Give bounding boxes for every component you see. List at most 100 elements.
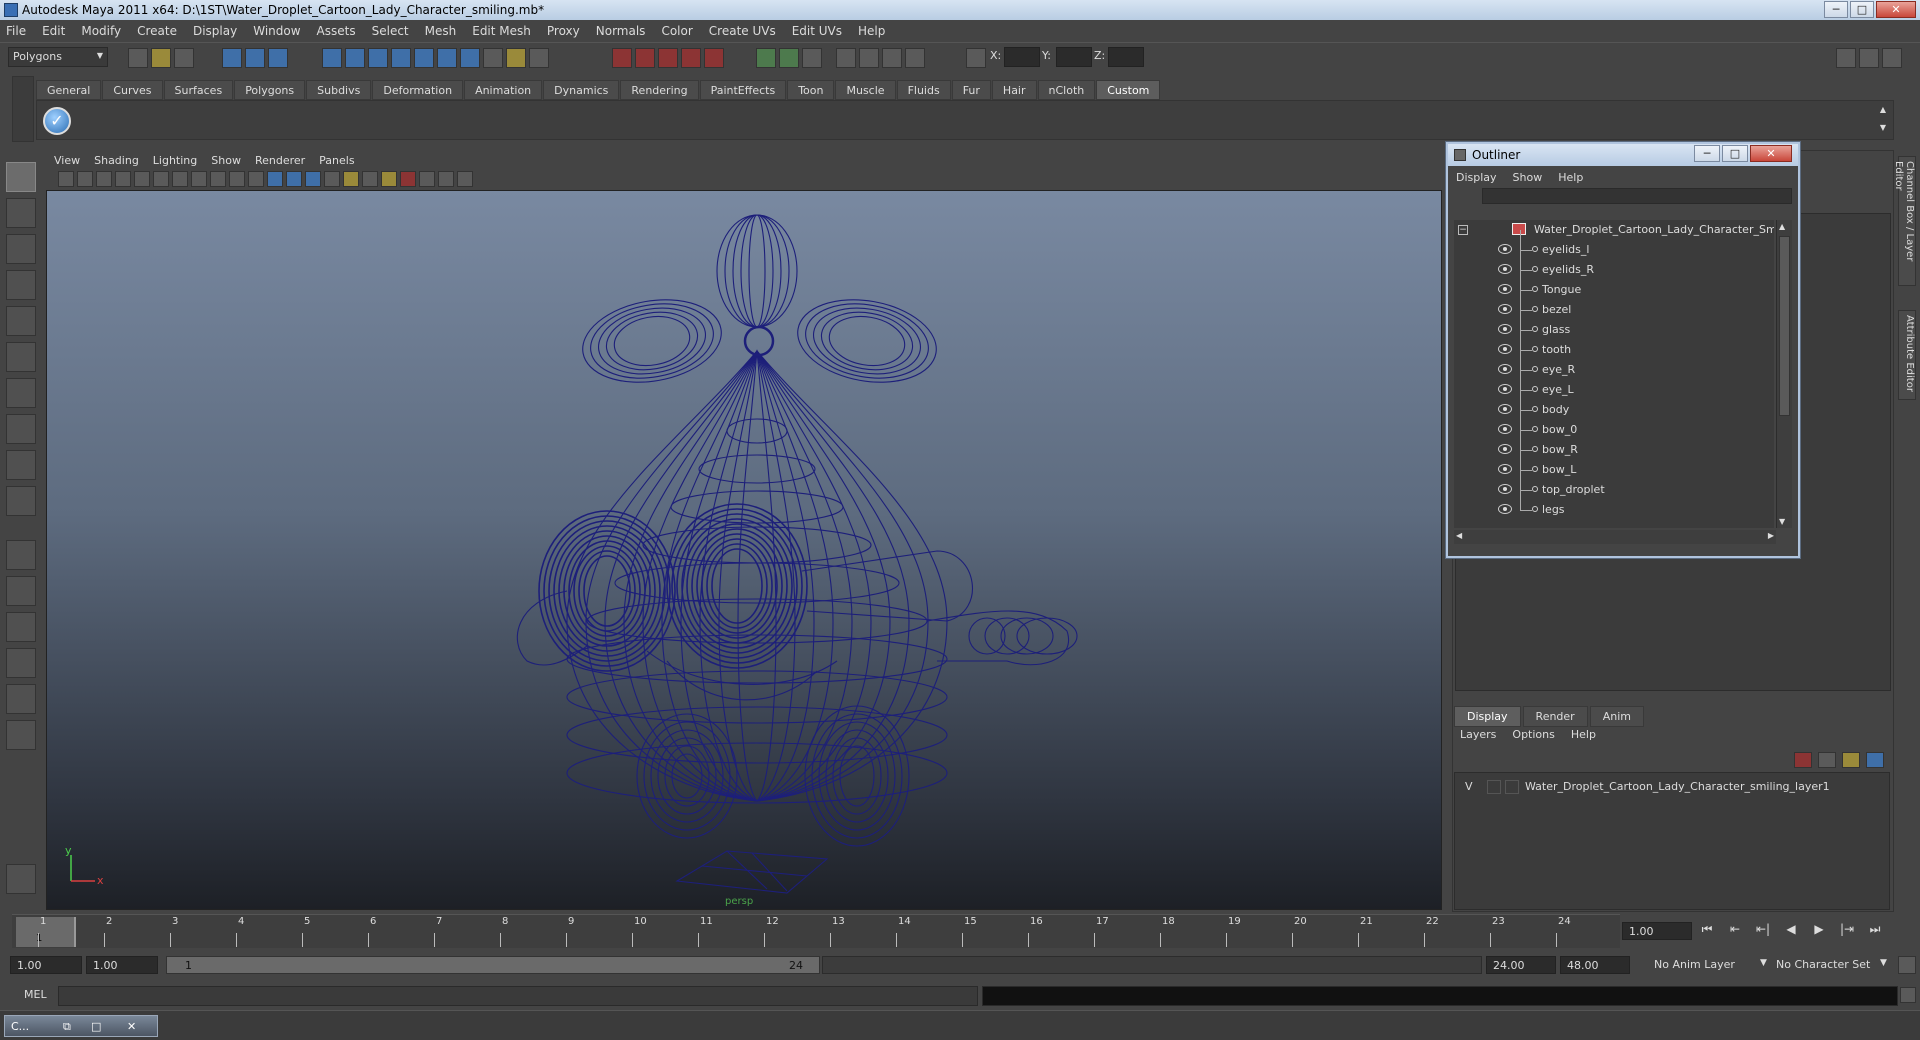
shadows-icon[interactable] <box>362 171 378 187</box>
resolution-gate-icon[interactable] <box>172 171 188 187</box>
list-item[interactable]: eye_R <box>1454 350 1774 380</box>
shelf-tab-curves[interactable]: Curves <box>102 80 163 100</box>
output-icon[interactable] <box>529 48 549 68</box>
scroll-left-icon[interactable]: ◀ <box>1456 531 1462 540</box>
viewport-menu-lighting[interactable]: Lighting <box>153 154 197 167</box>
menu-create-uvs[interactable]: Create UVs <box>709 24 776 38</box>
shelf-scroll-down-icon[interactable]: ▼ <box>1877 123 1889 135</box>
shelf-tab-dynamics[interactable]: Dynamics <box>543 80 620 100</box>
all-lights-icon[interactable] <box>381 171 397 187</box>
shelf-scroll-up-icon[interactable]: ▲ <box>1877 105 1889 117</box>
outliner-root-item[interactable]: − Water_Droplet_Cartoon_Lady_Character_S… <box>1454 220 1774 240</box>
move-layer-up-icon[interactable] <box>1794 752 1812 768</box>
menu-create[interactable]: Create <box>137 24 177 38</box>
shelf-tab-ncloth[interactable]: nCloth <box>1037 80 1096 100</box>
modeling-toolkit-icon[interactable] <box>6 864 36 894</box>
shelf-tab-surfaces[interactable]: Surfaces <box>163 80 234 100</box>
viewport-menu-panels[interactable]: Panels <box>319 154 354 167</box>
paint-select-tool-icon[interactable] <box>6 234 36 264</box>
list-item[interactable]: body <box>1454 390 1774 420</box>
menu-edit[interactable]: Edit <box>42 24 65 38</box>
show-manipulator-icon[interactable] <box>6 450 36 480</box>
playback-end-field[interactable]: 24.00 <box>1486 956 1556 974</box>
gate-mask-icon[interactable] <box>191 171 207 187</box>
wireframe-on-shaded-icon[interactable] <box>305 171 321 187</box>
character-wireframe[interactable] <box>47 191 1442 910</box>
layer-tab-display[interactable]: Display <box>1454 706 1521 727</box>
anim-layer-dropdown[interactable]: No Anim Layer <box>1654 958 1735 971</box>
layout-hypershade-icon[interactable] <box>6 684 36 714</box>
viewport-menu-renderer[interactable]: Renderer <box>255 154 305 167</box>
viewport-menu-show[interactable]: Show <box>211 154 241 167</box>
menu-select[interactable]: Select <box>372 24 409 38</box>
list-item[interactable]: top_droplet <box>1454 470 1774 500</box>
layer-color-swatch[interactable] <box>1505 780 1519 794</box>
shelf-side-handle[interactable] <box>12 76 34 142</box>
render-view-icon[interactable] <box>704 48 724 68</box>
shelf-tab-animation[interactable]: Animation <box>464 80 543 100</box>
snap-grid-icon[interactable] <box>322 48 342 68</box>
xray-joints-icon[interactable] <box>438 171 454 187</box>
layout-four-view-icon[interactable] <box>6 576 36 606</box>
rotate-tool-icon[interactable] <box>6 306 36 336</box>
help-icon[interactable] <box>483 48 503 68</box>
save-scene-icon[interactable] <box>174 48 194 68</box>
animation-start-field[interactable]: 1.00 <box>10 956 82 974</box>
play-forwards-icon[interactable]: ▶ <box>1808 922 1830 940</box>
render-settings-icon[interactable] <box>658 48 678 68</box>
menu-assets[interactable]: Assets <box>317 24 356 38</box>
shelf-tab-custom[interactable]: Custom <box>1096 80 1161 100</box>
create-layer-from-selected-icon[interactable] <box>1866 752 1884 768</box>
shelf-tab-general[interactable]: General <box>36 80 102 100</box>
safe-title-icon[interactable] <box>248 171 264 187</box>
shelf-tab-painteffects[interactable]: PaintEffects <box>699 80 787 100</box>
outliner-menu-show[interactable]: Show <box>1513 171 1543 184</box>
snap-curve-icon[interactable] <box>345 48 365 68</box>
script-editor-icon[interactable] <box>1900 987 1916 1003</box>
outliner-horizontal-scrollbar[interactable]: ◀ ▶ <box>1454 530 1776 544</box>
step-forward-key-icon[interactable]: |⇥ <box>1836 922 1858 940</box>
close-button[interactable]: ✕ <box>1876 1 1916 18</box>
list-item[interactable]: glass <box>1454 310 1774 340</box>
outliner-filter-field[interactable] <box>1482 188 1792 204</box>
menu-modify[interactable]: Modify <box>81 24 121 38</box>
create-empty-layer-icon[interactable] <box>1842 752 1860 768</box>
film-gate-icon[interactable] <box>153 171 169 187</box>
menu-help[interactable]: Help <box>858 24 885 38</box>
perspective-viewport[interactable]: y x persp <box>46 190 1442 910</box>
shelf-tab-polygons[interactable]: Polygons <box>234 80 306 100</box>
soft-mod-tool-icon[interactable] <box>6 414 36 444</box>
shelf-tab-hair[interactable]: Hair <box>991 80 1037 100</box>
move-tool-icon[interactable] <box>6 270 36 300</box>
isolate-select-icon[interactable] <box>400 171 416 187</box>
layout-graph-editor-icon[interactable] <box>6 720 36 750</box>
layout-four-icon[interactable] <box>859 48 879 68</box>
layer-menu-layers[interactable]: Layers <box>1460 728 1496 741</box>
tab-attribute-editor[interactable]: Attribute Editor <box>1898 310 1916 400</box>
menu-edit-mesh[interactable]: Edit Mesh <box>472 24 531 38</box>
menu-normals[interactable]: Normals <box>596 24 646 38</box>
shelf-tab-subdivs[interactable]: Subdivs <box>306 80 372 100</box>
outliner-vertical-scrollbar[interactable]: ▲ ▼ <box>1776 220 1792 528</box>
character-set-dropdown[interactable]: No Character Set <box>1776 958 1870 971</box>
move-layer-down-icon[interactable] <box>1818 752 1836 768</box>
bookmark-icon[interactable] <box>96 171 112 187</box>
layout-outliner-icon[interactable] <box>882 48 902 68</box>
open-scene-icon[interactable] <box>151 48 171 68</box>
shelf-tab-fluids[interactable]: Fluids <box>896 80 951 100</box>
universal-manipulator-icon[interactable] <box>6 378 36 408</box>
snap-view-plane-icon[interactable] <box>391 48 411 68</box>
viewport-menu-view[interactable]: View <box>54 154 80 167</box>
new-scene-icon[interactable] <box>128 48 148 68</box>
animation-end-field[interactable]: 48.00 <box>1560 956 1630 974</box>
scale-tool-icon[interactable] <box>6 342 36 372</box>
menu-mesh[interactable]: Mesh <box>425 24 457 38</box>
layer-type-toggle[interactable] <box>1487 780 1501 794</box>
play-backwards-icon[interactable]: ◀ <box>1780 922 1802 940</box>
menu-file[interactable]: File <box>6 24 26 38</box>
current-time-field[interactable]: 1.00 <box>1622 922 1692 940</box>
list-item[interactable]: eye_L <box>1454 370 1774 400</box>
range-slider[interactable]: 1 24 <box>166 956 820 974</box>
menu-set-dropdown[interactable]: Polygons <box>8 47 108 67</box>
range-track[interactable] <box>822 956 1482 974</box>
